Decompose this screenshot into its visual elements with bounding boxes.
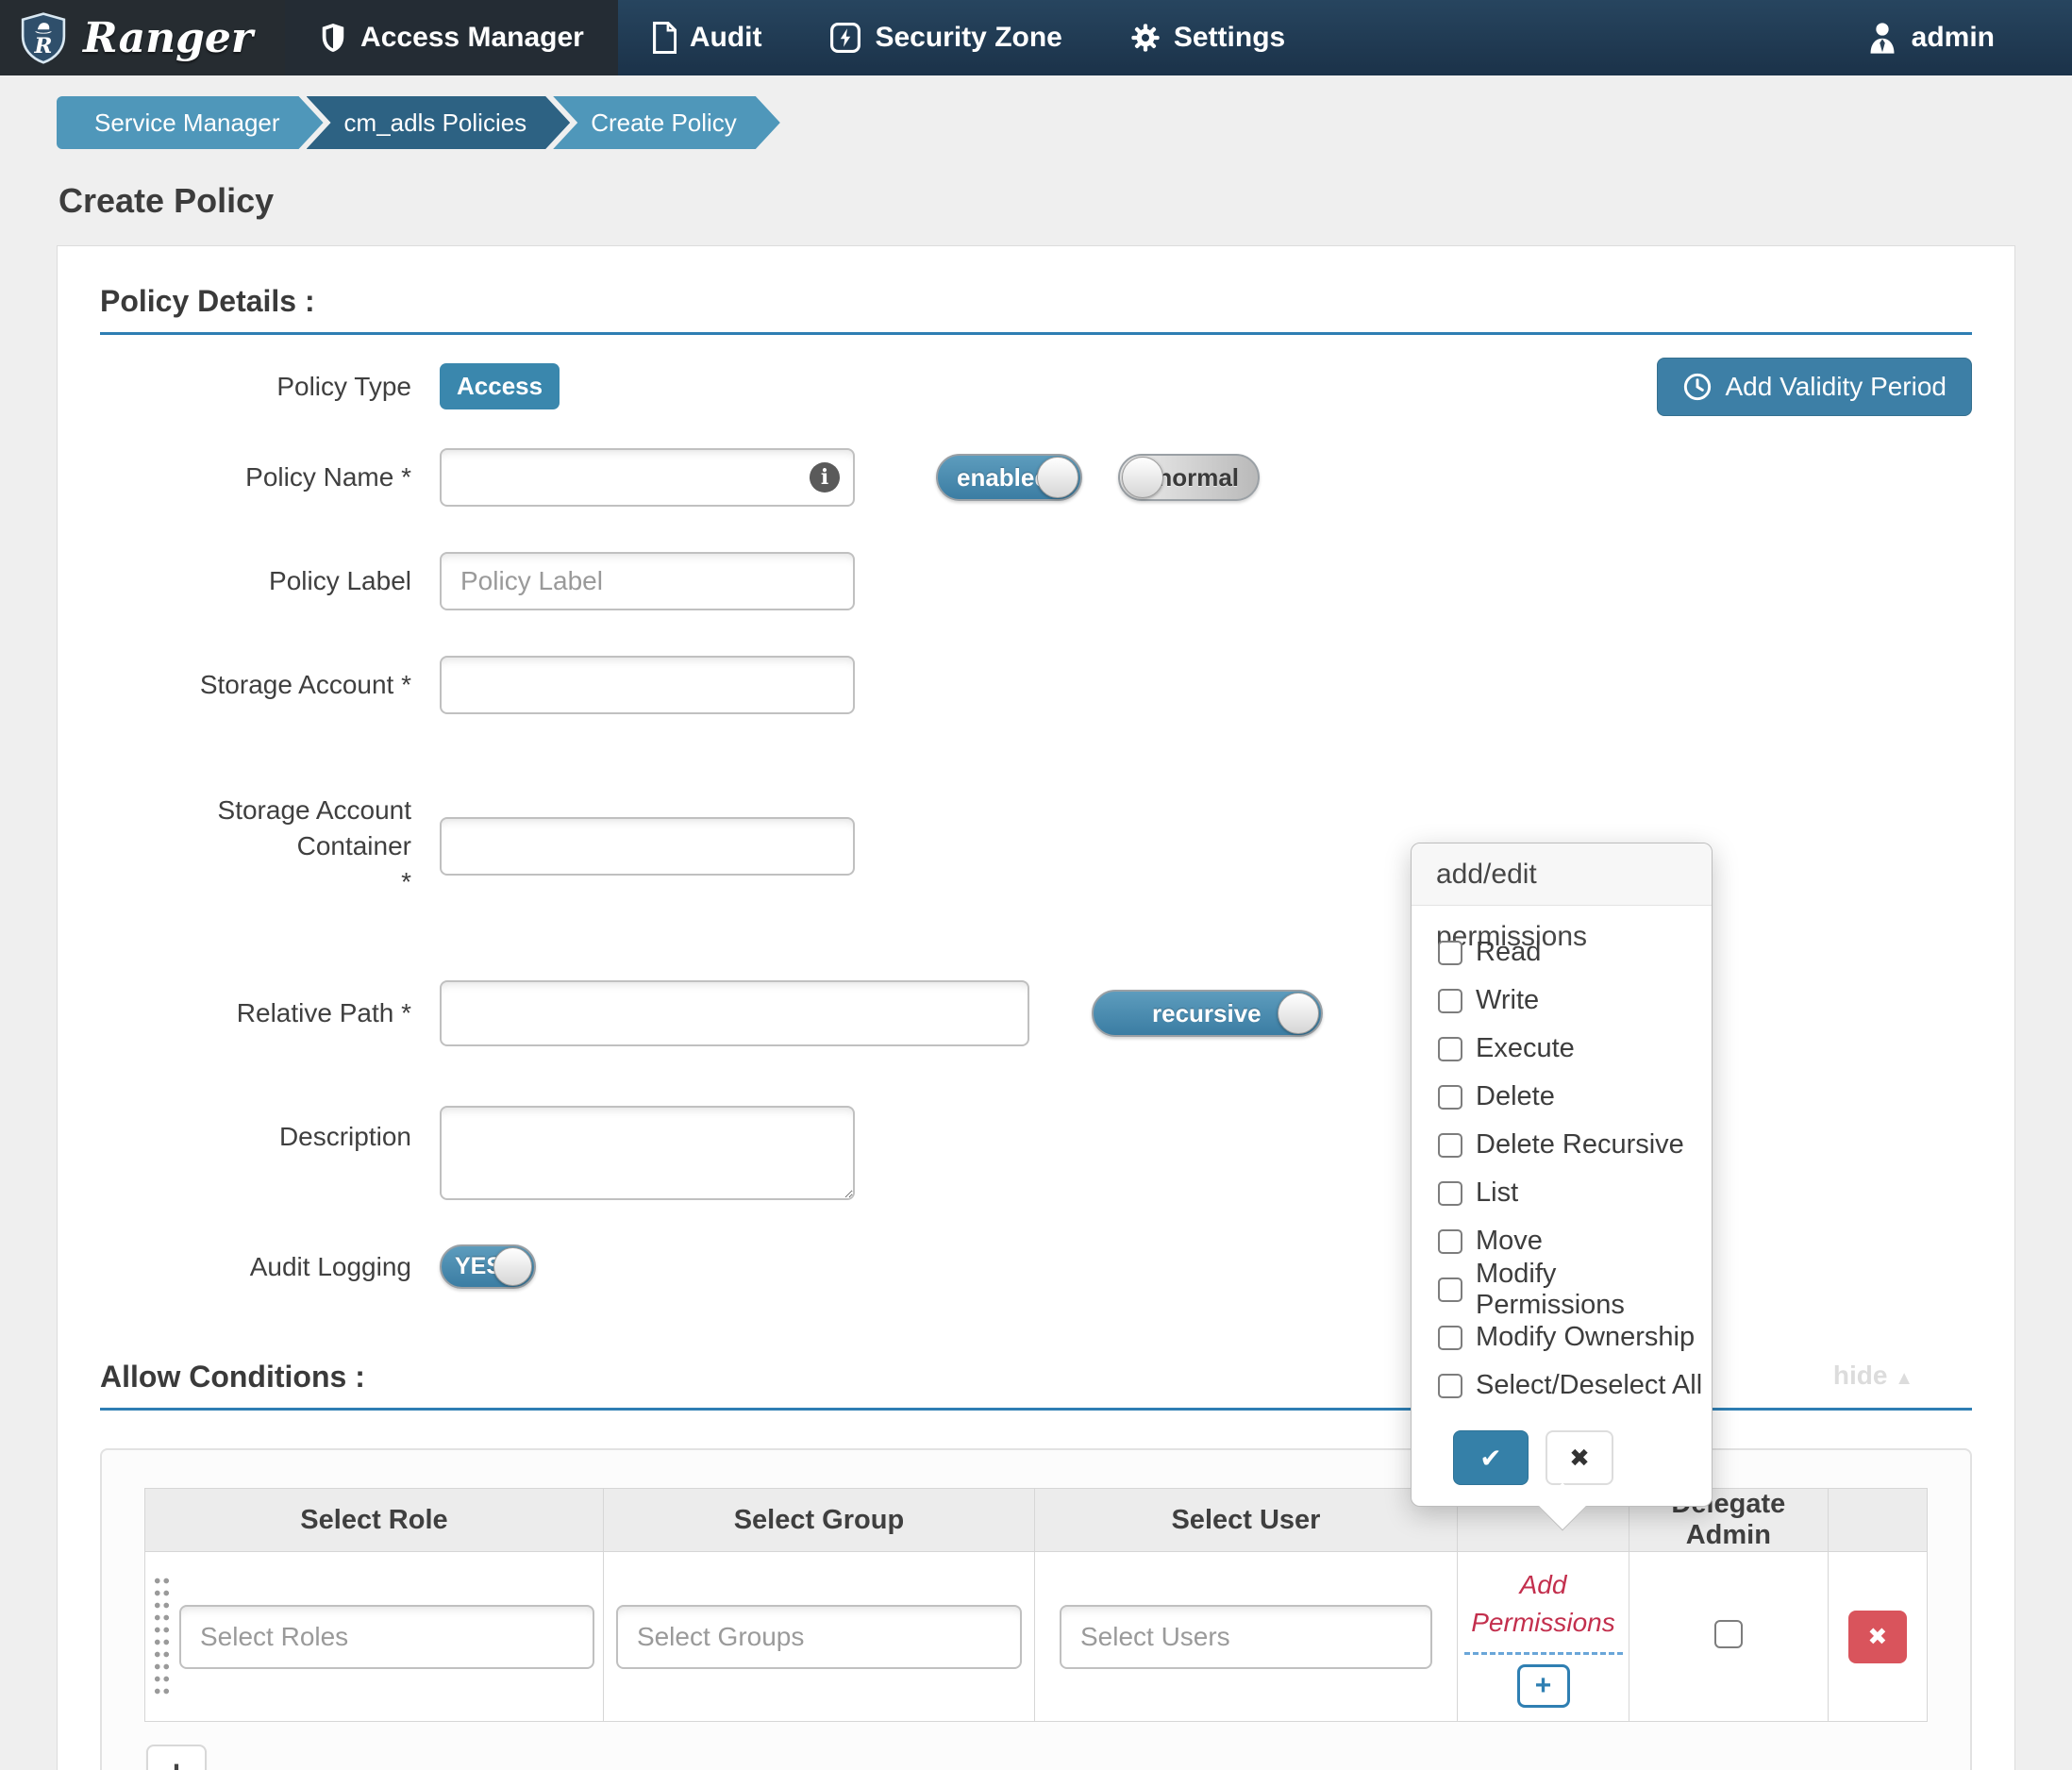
- confirm-permissions-button[interactable]: ✔: [1453, 1430, 1529, 1485]
- checkbox-icon[interactable]: [1438, 988, 1462, 1013]
- shield-icon: [319, 22, 347, 54]
- policy-details-heading: Policy Details :: [100, 284, 315, 318]
- allow-conditions-table: Select Role Select Group Select User Del…: [144, 1488, 1929, 1723]
- permission-option-modify-ownership[interactable]: Modify Ownership: [1438, 1313, 1712, 1361]
- bolt-icon: [829, 22, 861, 54]
- permissions-list: Read Write Execute Delete Delete Recursi…: [1412, 906, 1712, 1419]
- select-roles-input[interactable]: [179, 1604, 594, 1669]
- header-select-group: Select Group: [602, 1488, 1035, 1553]
- permission-option-delete[interactable]: Delete: [1438, 1073, 1712, 1121]
- add-permissions-link[interactable]: Add Permissions: [1463, 1566, 1623, 1655]
- checkbox-icon[interactable]: [1438, 1180, 1462, 1206]
- policy-type-badge: Access: [440, 363, 560, 409]
- permission-option-list[interactable]: List: [1438, 1169, 1712, 1217]
- policy-type-label: Policy Type: [276, 371, 411, 401]
- permission-option-select-deselect-all[interactable]: Select/Deselect All: [1438, 1361, 1712, 1410]
- hide-section-link[interactable]: hide ▲: [1833, 1361, 1913, 1391]
- svg-text:R: R: [34, 34, 53, 58]
- permission-option-modify-permissions[interactable]: Modify Permissions: [1438, 1259, 1712, 1320]
- condition-row: Add Permissions + ✖: [144, 1551, 1929, 1723]
- nav-item-label: Access Manager: [360, 22, 584, 53]
- nav-item-settings[interactable]: Settings: [1096, 0, 1319, 75]
- breadcrumb: Service Manager cm_adls Policies Create …: [57, 96, 2072, 149]
- permissions-popup: add/edit permissions Read Write Execute …: [1411, 843, 1713, 1531]
- policy-name-label: Policy Name *: [245, 462, 411, 493]
- permission-option-write[interactable]: Write: [1438, 977, 1712, 1025]
- storage-account-container-input[interactable]: [440, 816, 855, 876]
- normal-override-toggle[interactable]: normal: [1118, 454, 1260, 501]
- header-actions: [1827, 1488, 1929, 1553]
- checkbox-icon[interactable]: [1438, 1132, 1462, 1158]
- nav-item-label: Settings: [1173, 22, 1286, 53]
- info-icon[interactable]: i: [810, 462, 840, 493]
- nav-item-audit[interactable]: Audit: [618, 0, 796, 75]
- toggle-knob: [1278, 993, 1319, 1035]
- header-select-user: Select User: [1033, 1488, 1459, 1553]
- chevron-up-icon: ▲: [1895, 1368, 1913, 1390]
- ranger-logo[interactable]: R Ranger: [0, 0, 286, 75]
- delete-row-button[interactable]: ✖: [1847, 1610, 1907, 1663]
- description-label: Description: [278, 1122, 411, 1152]
- toggle-knob: [1122, 457, 1163, 498]
- policy-label-label: Policy Label: [269, 566, 411, 596]
- add-condition-row-button[interactable]: +: [146, 1745, 207, 1770]
- permission-option-delete-recursive[interactable]: Delete Recursive: [1438, 1121, 1712, 1169]
- cancel-permissions-button[interactable]: ✖: [1546, 1430, 1613, 1485]
- create-policy-form-panel: Policy Details : Add Validity Period Pol…: [57, 245, 2015, 1770]
- checkbox-icon[interactable]: [1438, 1084, 1462, 1110]
- breadcrumb-cm-adls-policies[interactable]: cm_adls Policies: [307, 96, 571, 149]
- page-title: Create Policy: [58, 181, 275, 220]
- checkbox-icon[interactable]: [1438, 1277, 1462, 1302]
- toggle-knob: [1037, 457, 1078, 498]
- policy-label-input[interactable]: [440, 552, 855, 610]
- nav-item-access-manager[interactable]: Access Manager: [285, 0, 618, 75]
- policy-name-input[interactable]: [440, 448, 855, 507]
- nav-item-label: Security Zone: [875, 22, 1062, 53]
- add-validity-period-button[interactable]: Add Validity Period: [1656, 358, 1972, 416]
- user-icon: [1866, 21, 1898, 55]
- required-mark: *: [401, 866, 411, 896]
- storage-account-label: Storage Account *: [199, 670, 411, 700]
- select-users-input[interactable]: [1059, 1604, 1432, 1669]
- relative-path-input[interactable]: [440, 980, 1029, 1047]
- toggle-knob: [493, 1247, 532, 1287]
- audit-logging-toggle[interactable]: YES: [440, 1244, 536, 1290]
- checkbox-icon[interactable]: [1438, 1373, 1462, 1398]
- header-select-role: Select Role: [144, 1488, 604, 1553]
- add-permissions-plus-button[interactable]: +: [1516, 1663, 1570, 1708]
- clock-icon: [1682, 372, 1713, 402]
- username: admin: [1911, 22, 1995, 53]
- audit-logging-label: Audit Logging: [249, 1251, 411, 1281]
- create-policy-page: R Ranger Access Manager Audit Security Z…: [0, 0, 2072, 1770]
- breadcrumb-create-policy: Create Policy: [553, 96, 780, 149]
- breadcrumb-service-manager[interactable]: Service Manager: [57, 96, 324, 149]
- nav-item-label: Audit: [689, 22, 762, 53]
- storage-account-container-label: Storage Account Container *: [217, 795, 411, 896]
- gear-icon: [1130, 23, 1161, 53]
- permissions-popup-title: add/edit permissions: [1412, 843, 1712, 952]
- nav-item-security-zone[interactable]: Security Zone: [795, 0, 1095, 75]
- user-menu[interactable]: admin: [1847, 0, 2072, 75]
- checkbox-icon[interactable]: [1438, 1325, 1462, 1350]
- recursive-toggle[interactable]: recursive: [1092, 990, 1323, 1038]
- relative-path-label: Relative Path *: [236, 998, 411, 1028]
- checkbox-icon[interactable]: [1438, 940, 1462, 965]
- policy-details-header: Policy Details :: [100, 284, 1972, 335]
- enabled-toggle[interactable]: enabled: [936, 454, 1082, 501]
- permission-option-execute[interactable]: Execute: [1438, 1025, 1712, 1073]
- nav-menu: Access Manager Audit Security Zone Setti…: [285, 0, 1319, 75]
- ranger-shield-logo-icon: R: [17, 11, 70, 64]
- top-navbar: R Ranger Access Manager Audit Security Z…: [0, 0, 2072, 75]
- drag-handle[interactable]: [153, 1574, 171, 1699]
- select-groups-input[interactable]: [615, 1604, 1022, 1669]
- description-textarea[interactable]: [440, 1106, 855, 1201]
- brand-name: Ranger: [83, 13, 254, 62]
- checkbox-icon[interactable]: [1438, 1228, 1462, 1254]
- file-icon: [652, 22, 677, 54]
- checkbox-icon[interactable]: [1438, 1036, 1462, 1061]
- delegate-admin-checkbox[interactable]: [1713, 1620, 1743, 1649]
- storage-account-input[interactable]: [440, 656, 855, 714]
